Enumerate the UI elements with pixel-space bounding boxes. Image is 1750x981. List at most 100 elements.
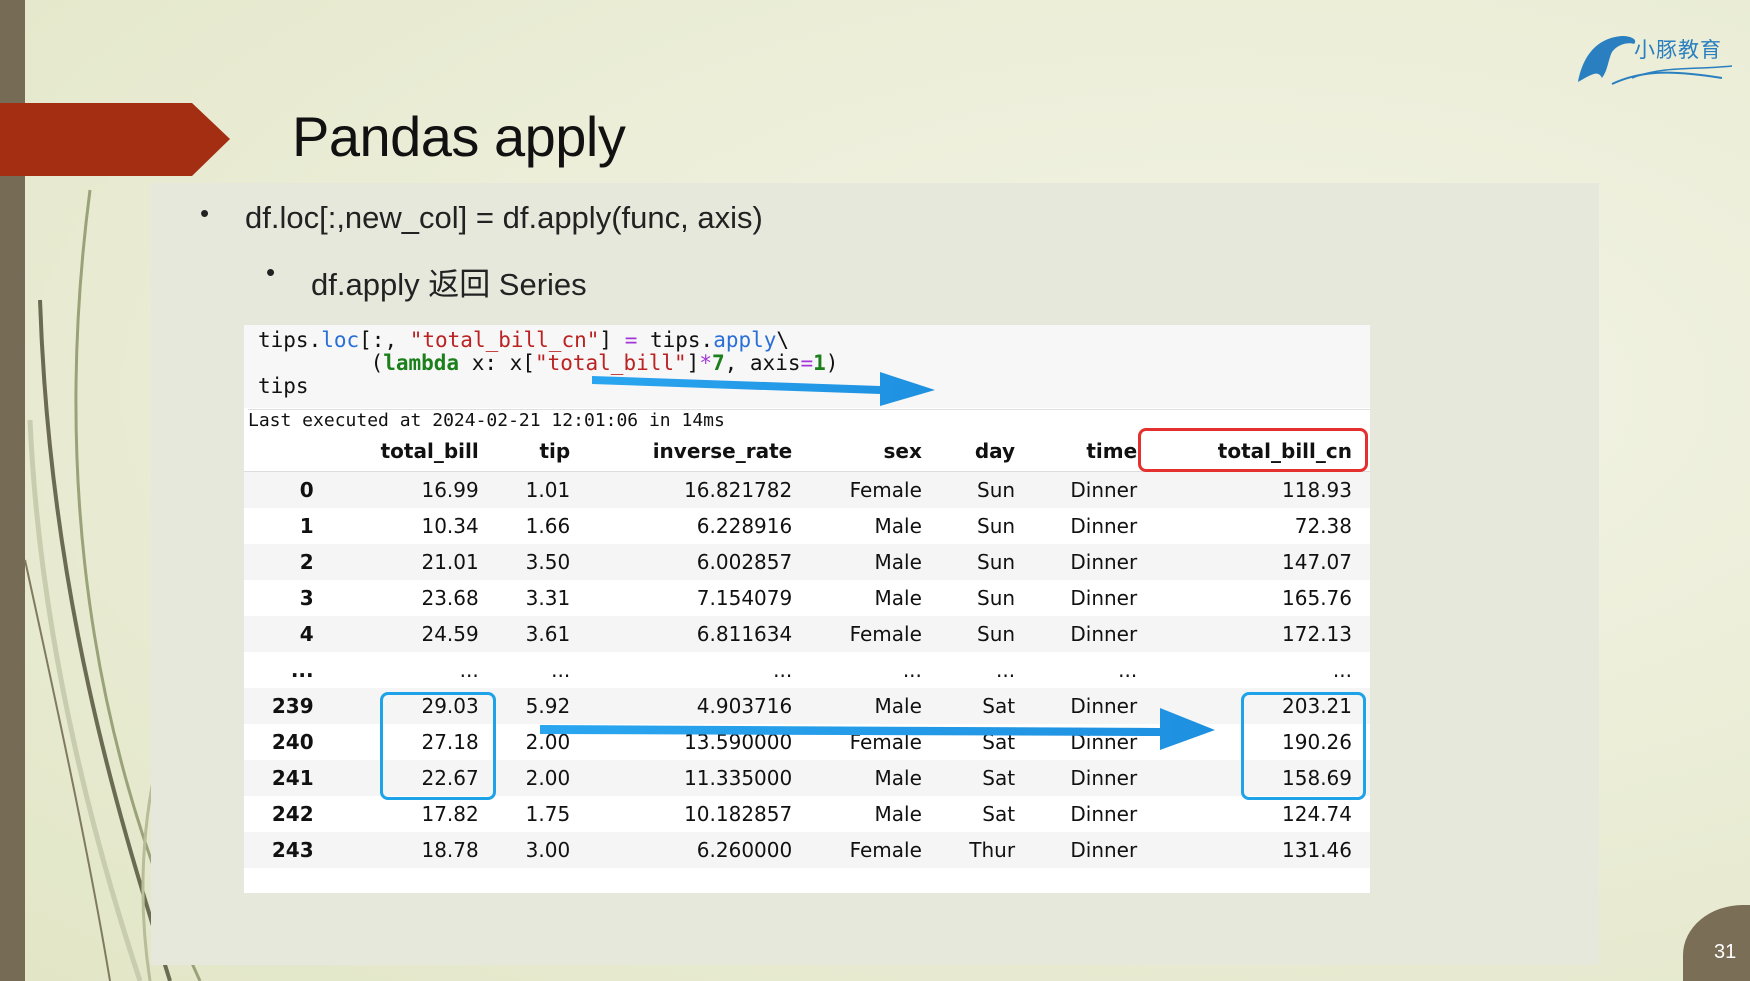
- table-cell: 7.154079: [696, 586, 793, 610]
- slide-title: Pandas apply: [292, 105, 626, 168]
- table-cell: 72.38: [1294, 514, 1352, 538]
- table-cell: Male: [874, 766, 922, 790]
- table-cell: 16.821782: [684, 478, 793, 502]
- table-cell: 18.78: [421, 838, 479, 862]
- table-cell: Dinner: [1070, 766, 1138, 790]
- bullet-1-text: df.loc[:,new_col] = df.apply(func, axis): [245, 200, 763, 235]
- table-cell: 17.82: [421, 802, 479, 826]
- row-index: 242: [271, 802, 314, 826]
- table-cell: 118.93: [1282, 478, 1352, 502]
- table-cell: Male: [874, 550, 922, 574]
- new-column-highlight: [1138, 428, 1368, 472]
- row-index: 1: [299, 514, 314, 538]
- table-row: 0 16.99 1.01 16.821782 Female Sun Dinner 118.93: [244, 471, 1370, 508]
- table-cell: Thur: [969, 838, 1016, 862]
- table-cell: Sun: [977, 586, 1016, 610]
- table-cell: Male: [874, 694, 922, 718]
- row-index: 241: [271, 766, 314, 790]
- row-index: 2: [299, 550, 314, 574]
- table-cell: Dinner: [1070, 586, 1138, 610]
- row-index: ...: [290, 658, 314, 682]
- table-cell: Sun: [977, 478, 1016, 502]
- table-cell: Female: [849, 622, 922, 646]
- table-cell: 3.50: [525, 550, 571, 574]
- table-cell: Female: [849, 838, 922, 862]
- table-cell: Female: [849, 730, 922, 754]
- table-cell: Sun: [977, 550, 1016, 574]
- table-cell: Dinner: [1070, 838, 1138, 862]
- table-cell: ...: [1118, 658, 1138, 682]
- table-cell: Dinner: [1070, 730, 1138, 754]
- table-cell: 147.07: [1282, 550, 1352, 574]
- table-cell: Dinner: [1070, 514, 1138, 538]
- table-cell: 1.75: [525, 802, 571, 826]
- table-cell: 2.00: [525, 766, 571, 790]
- table-cell: 2.00: [525, 730, 571, 754]
- table-cell: 3.31: [525, 586, 571, 610]
- table-cell: ...: [773, 658, 793, 682]
- table-cell: 24.59: [421, 622, 479, 646]
- table-row: 242 17.82 1.75 10.182857 Male Sat Dinner 124.74: [244, 796, 1370, 832]
- table-body: 0 16.99 1.01 16.821782 Female Sun Dinner 118.93…: [244, 471, 1370, 868]
- logo-text: 小豚教育: [1634, 39, 1722, 62]
- result-values-highlight: [1241, 692, 1366, 800]
- table-cell: Dinner: [1070, 694, 1138, 718]
- table-row: 1 10.34 1.66 6.228916 Male Sun Dinner 72.38: [244, 508, 1370, 544]
- table-cell: Sat: [982, 730, 1016, 754]
- code-line-3: tips: [258, 374, 309, 398]
- table-cell: 23.68: [421, 586, 479, 610]
- notebook-cell: tips.loc[:, "total_bill_cn"] = tips.appl…: [244, 325, 1370, 893]
- row-index: 3: [299, 586, 314, 610]
- table-cell: 131.46: [1282, 838, 1352, 862]
- table-cell: Male: [874, 802, 922, 826]
- table-cell: Male: [874, 586, 922, 610]
- table-cell: 6.260000: [696, 838, 793, 862]
- table-cell: Dinner: [1070, 478, 1138, 502]
- bullet-2-text: df.apply 返回 Series: [311, 267, 587, 302]
- bullet-dot: •: [200, 198, 210, 228]
- table-cell: ...: [996, 658, 1016, 682]
- title-arrow-tab: [0, 103, 230, 176]
- table-cell: Female: [849, 478, 922, 502]
- table-row: 243 18.78 3.00 6.260000 Female Thur Dinner 131.…: [244, 832, 1370, 868]
- table-cell: Sat: [982, 802, 1016, 826]
- row-index: 0: [299, 478, 314, 502]
- table-cell: 21.01: [421, 550, 479, 574]
- table-cell: 11.335000: [684, 766, 793, 790]
- table-cell: Male: [874, 514, 922, 538]
- page-number: 31: [1714, 941, 1737, 963]
- column-header: sex: [810, 431, 940, 472]
- column-header: inverse_rate: [588, 431, 811, 472]
- table-cell: Sat: [982, 694, 1016, 718]
- table-cell: 10.182857: [684, 802, 793, 826]
- table-cell: Dinner: [1070, 550, 1138, 574]
- table-row: 4 24.59 3.61 6.811634 Female Sun Dinner 172.13: [244, 616, 1370, 652]
- row-index: 243: [271, 838, 314, 862]
- table-cell: 3.61: [525, 622, 571, 646]
- table-cell: 6.002857: [696, 550, 793, 574]
- table-cell: 5.92: [525, 694, 571, 718]
- code-line-1: tips.loc[:, "total_bill_cn"] = tips.appl…: [258, 328, 790, 352]
- bullet-1: • df.loc[:,new_col] = df.apply(func, axi…: [200, 198, 763, 236]
- table-cell: 16.99: [421, 478, 479, 502]
- table-cell: ...: [902, 658, 922, 682]
- column-header: [244, 431, 332, 472]
- table-row: 2 21.01 3.50 6.002857 Male Sun Dinner 147.07: [244, 544, 1370, 580]
- table-cell: 124.74: [1282, 802, 1352, 826]
- table-row: ........................: [244, 652, 1370, 688]
- table-cell: 165.76: [1282, 586, 1352, 610]
- source-values-highlight: [380, 692, 496, 800]
- code-cell[interactable]: tips.loc[:, "total_bill_cn"] = tips.appl…: [244, 325, 1370, 408]
- bullet-dot: •: [266, 257, 276, 287]
- table-cell: ...: [459, 658, 479, 682]
- table-cell: Sun: [977, 514, 1016, 538]
- table-cell: ...: [1332, 658, 1352, 682]
- table-cell: 10.34: [421, 514, 479, 538]
- table-row: 3 23.68 3.31 7.154079 Male Sun Dinner 165.76: [244, 580, 1370, 616]
- table-cell: 6.811634: [696, 622, 793, 646]
- row-index: 240: [271, 730, 314, 754]
- column-header: time: [1033, 431, 1156, 472]
- row-index: 4: [299, 622, 314, 646]
- dataframe-table: total_bill tip inverse_rate sex day time total…: [244, 431, 1370, 868]
- table-cell: 1.66: [525, 514, 571, 538]
